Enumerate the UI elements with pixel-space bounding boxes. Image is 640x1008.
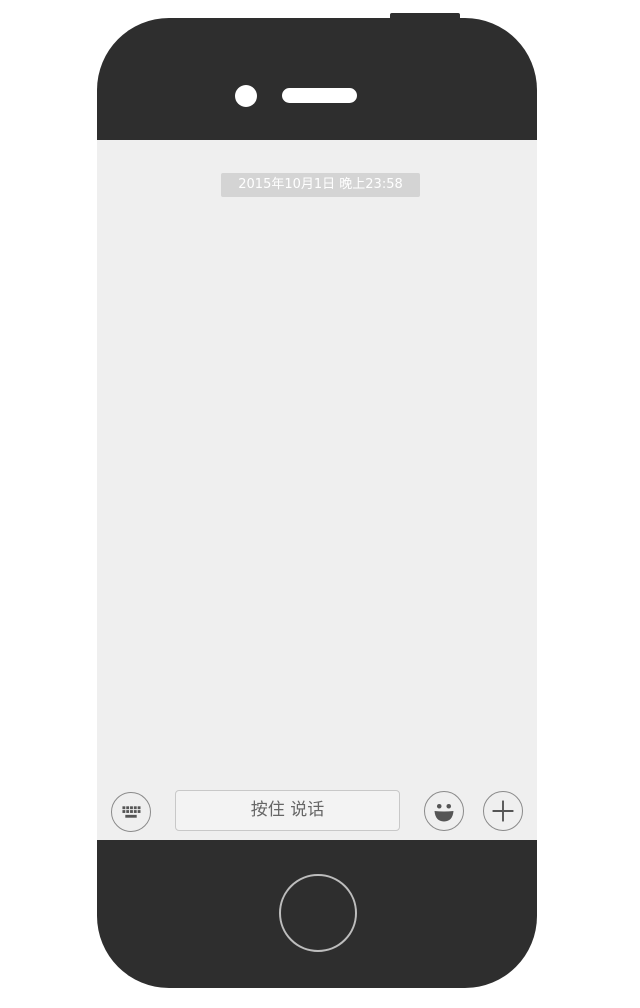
plus-icon <box>492 800 514 822</box>
chat-timestamp: 2015年10月1日 晚上23:58 <box>221 173 420 197</box>
more-options-button[interactable] <box>483 791 523 831</box>
phone-body: 2015年10月1日 晚上23:58 按住 说话 <box>97 18 537 988</box>
home-button[interactable] <box>279 874 357 952</box>
smiley-face-icon <box>434 803 454 822</box>
earpiece-speaker <box>282 88 357 103</box>
chat-screen: 2015年10月1日 晚上23:58 按住 说话 <box>97 140 537 840</box>
phone-mockup-stage: 2015年10月1日 晚上23:58 按住 说话 <box>0 0 640 1008</box>
emoji-button[interactable] <box>424 791 464 831</box>
front-camera <box>235 85 257 107</box>
chat-input-bar: 按住 说话 <box>97 780 537 840</box>
keyboard-icon <box>122 806 141 818</box>
keyboard-toggle-button[interactable] <box>111 792 151 832</box>
hold-to-talk-button[interactable]: 按住 说话 <box>175 790 400 831</box>
